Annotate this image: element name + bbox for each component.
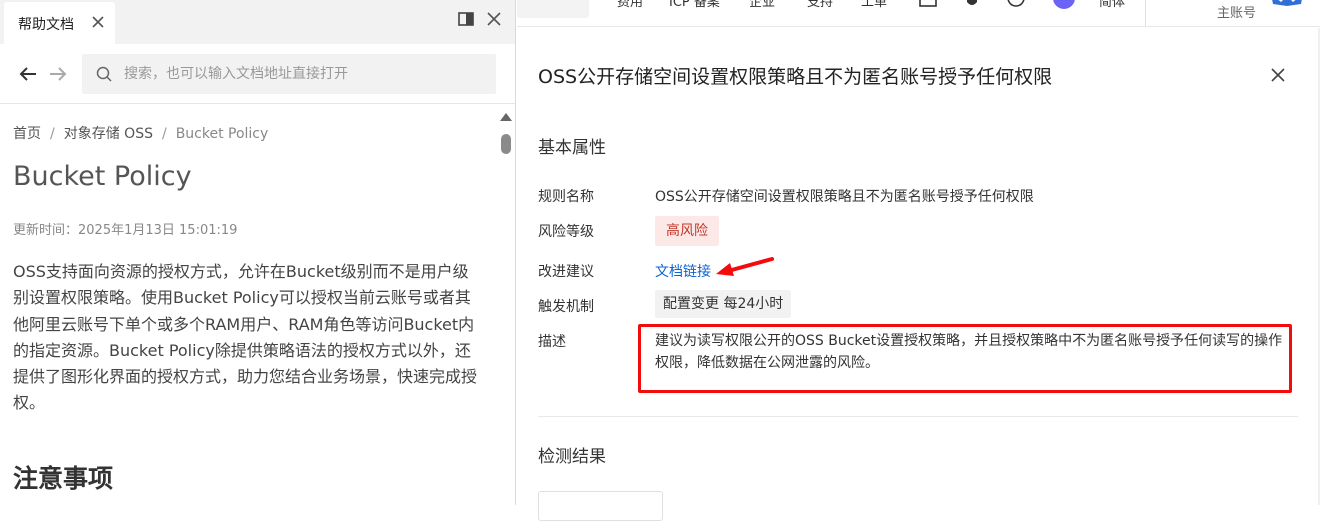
- section-basic-properties: 基本属性: [538, 138, 606, 158]
- arrow-left-icon[interactable]: [18, 66, 38, 82]
- doc-link[interactable]: 文档链接: [655, 261, 711, 281]
- description-label: 描述: [538, 334, 566, 350]
- trigger-value: 配置变更 每24小时: [655, 290, 792, 318]
- rule-detail-drawer: OSS公开存储空间设置权限策略且不为匿名账号授予任何权限 基本属性 规则名称 O…: [518, 28, 1318, 521]
- header-menu-item[interactable]: 企业: [749, 0, 775, 10]
- risk-level-badge: 高风险: [655, 216, 719, 246]
- breadcrumb-separator: /: [161, 126, 167, 142]
- tab-help-docs-label: 帮助文档: [18, 17, 74, 33]
- breadcrumb: 首页 / 对象存储 OSS / Bucket Policy: [13, 123, 268, 143]
- annotation-arrow-icon: [716, 257, 774, 276]
- risk-level-label: 风险等级: [538, 224, 594, 240]
- header-menu-item[interactable]: 费用: [617, 0, 643, 10]
- trigger-label: 触发机制: [538, 299, 594, 315]
- bell-icon[interactable]: [963, 0, 981, 8]
- doc-updated-time: 更新时间：2025年1月13日 15:01:19: [13, 223, 238, 238]
- split-view-icon[interactable]: [458, 12, 474, 26]
- breadcrumb-home[interactable]: 首页: [13, 126, 41, 142]
- help-panel: 帮助文档 首页/对象存储 OSS/Bucket: [0, 0, 516, 505]
- help-content: 首页 / 对象存储 OSS / Bucket Policy Bucket Policy …: [0, 105, 498, 505]
- suggestion-label: 改进建议: [538, 264, 594, 280]
- doc-title: Bucket Policy: [13, 161, 192, 192]
- close-icon[interactable]: [486, 11, 502, 27]
- doc-paragraph: OSS支持面向资源的授权方式，允许在Bucket级别而不是用户级别设置权限策略。…: [13, 262, 478, 413]
- search-input[interactable]: [124, 54, 484, 94]
- header-menu-item[interactable]: 工单: [861, 0, 887, 10]
- header-menu-item[interactable]: 简体: [1099, 0, 1125, 10]
- scroll-thumb[interactable]: [501, 134, 511, 154]
- search-box[interactable]: [82, 54, 496, 94]
- breadcrumb-separator: /: [50, 126, 55, 142]
- top-header: 费用 ICP 备案 企业 支持 工单 简体 主账号: [517, 0, 1320, 27]
- assistant-icon[interactable]: [1052, 0, 1076, 10]
- search-icon: [96, 66, 112, 82]
- help-scrollbar[interactable]: [499, 110, 513, 505]
- close-icon[interactable]: [1270, 67, 1286, 83]
- result-card[interactable]: [538, 491, 663, 521]
- section-divider: [538, 416, 1298, 417]
- help-icon[interactable]: [1007, 0, 1025, 8]
- doc-section-heading: 注意事项: [13, 464, 114, 493]
- close-icon[interactable]: [90, 14, 106, 30]
- tab-help-docs[interactable]: 帮助文档: [4, 2, 115, 44]
- account-type-label: 主账号: [1217, 6, 1257, 21]
- rule-name-label: 规则名称: [538, 189, 594, 205]
- header-menu-item[interactable]: ICP 备案: [669, 0, 720, 10]
- breadcrumb-current: Bucket Policy: [175, 126, 269, 142]
- header-search-box[interactable]: [517, 0, 589, 18]
- header-menu-item[interactable]: 支持: [807, 0, 833, 10]
- help-tab-bar: 帮助文档: [0, 0, 515, 44]
- terminal-icon[interactable]: [919, 0, 937, 8]
- section-detection-result: 检测结果: [538, 447, 606, 467]
- rule-name-value: OSS公开存储空间设置权限策略且不为匿名账号授予任何权限: [655, 189, 1034, 205]
- scroll-up-arrow-icon[interactable]: [500, 113, 512, 121]
- breadcrumb-oss[interactable]: 对象存储 OSS: [64, 126, 153, 142]
- drawer-title: OSS公开存储空间设置权限策略且不为匿名账号授予任何权限: [538, 66, 1053, 88]
- help-nav-bar: [0, 44, 515, 104]
- annotation-highlight-box: [638, 324, 1292, 393]
- account-avatar-icon[interactable]: [1267, 0, 1307, 12]
- arrow-right-icon[interactable]: [48, 66, 68, 82]
- header-divider: [1145, 0, 1146, 26]
